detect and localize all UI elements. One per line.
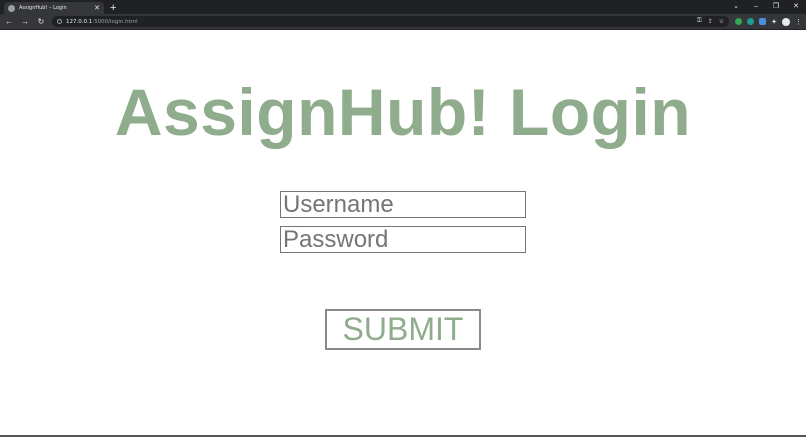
url-path: :5000/login.html: [92, 18, 138, 25]
new-tab-button[interactable]: +: [110, 2, 116, 14]
window-controls: ⌄ – ❐ ✕: [726, 0, 806, 14]
page-title: AssignHub! Login: [114, 75, 692, 149]
extension-window-icon[interactable]: [759, 18, 767, 25]
tab-title: AssignHub! – Login: [19, 5, 67, 11]
tab-search-icon[interactable]: ⌄: [726, 0, 746, 14]
reload-button[interactable]: ↻: [36, 14, 46, 30]
address-bar[interactable]: 127.0.0.1:5000/login.html ⚿ ⇪ ☆: [52, 16, 730, 27]
share-icon[interactable]: ⇪: [708, 18, 713, 25]
back-button[interactable]: ←: [4, 14, 14, 30]
omnibox-actions: ⚿ ⇪ ☆: [697, 18, 724, 25]
browser-tabstrip: AssignHub! – Login ✕ + ⌄ – ❐ ✕: [0, 0, 806, 14]
extensions-area: ✦ ⋮: [735, 17, 802, 26]
globe-icon: [8, 4, 15, 12]
puzzle-icon[interactable]: ✦: [771, 18, 777, 26]
tab-close-icon[interactable]: ✕: [94, 5, 100, 12]
extension-grammar-icon[interactable]: [747, 18, 755, 25]
info-icon[interactable]: [57, 19, 62, 24]
star-icon[interactable]: ☆: [719, 18, 724, 25]
url-host: 127.0.0.1: [66, 18, 93, 25]
avatar[interactable]: [782, 17, 790, 26]
url-text: 127.0.0.1:5000/login.html: [66, 19, 138, 25]
browser-toolbar: ← → ↻ 127.0.0.1:5000/login.html ⚿ ⇪ ☆ ✦ …: [0, 14, 806, 30]
extension-shield-icon[interactable]: [735, 18, 743, 25]
close-window-button[interactable]: ✕: [786, 0, 806, 14]
login-page: AssignHub! Login SUBMIT: [0, 30, 806, 437]
browser-tab[interactable]: AssignHub! – Login ✕: [4, 2, 104, 14]
forward-button[interactable]: →: [20, 14, 30, 30]
password-input[interactable]: [280, 226, 526, 253]
menu-icon[interactable]: ⋮: [795, 18, 802, 26]
key-icon[interactable]: ⚿: [697, 18, 702, 25]
username-input[interactable]: [280, 191, 526, 218]
restore-button[interactable]: ❐: [766, 0, 786, 14]
minimize-button[interactable]: –: [746, 0, 766, 14]
submit-button[interactable]: SUBMIT: [325, 309, 481, 350]
